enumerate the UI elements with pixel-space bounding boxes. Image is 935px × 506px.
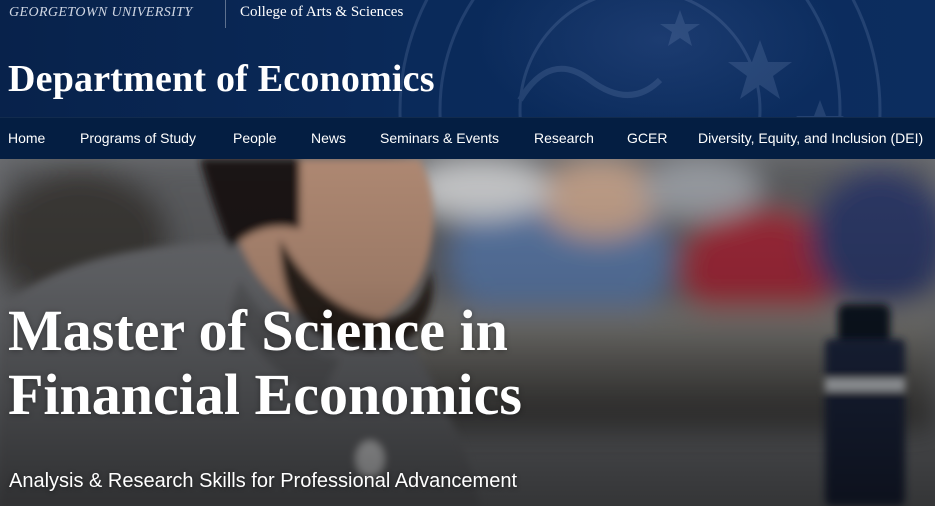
hero-title: Master of Science in Financial Economics: [8, 299, 628, 427]
nav-item-people[interactable]: People: [233, 130, 277, 146]
nav-item-seminars[interactable]: Seminars & Events: [380, 130, 499, 146]
university-wordmark[interactable]: GEORGETOWN UNIVERSITY: [9, 5, 193, 21]
hero-title-line1: Master of Science in: [8, 298, 508, 363]
topbar-divider: [225, 0, 226, 28]
hero-subtitle: Analysis & Research Skills for Professio…: [9, 470, 518, 492]
nav-item-news[interactable]: News: [311, 130, 346, 146]
department-title[interactable]: Department of Economics: [8, 60, 435, 98]
hero-title-line2: Financial Economics: [8, 362, 522, 427]
nav-item-programs[interactable]: Programs of Study: [80, 130, 196, 146]
college-link[interactable]: College of Arts & Sciences: [240, 4, 403, 21]
nav-item-home[interactable]: Home: [8, 130, 45, 146]
top-bar: GEORGETOWN UNIVERSITY College of Arts & …: [0, 0, 935, 28]
nav-item-gcer[interactable]: GCER: [627, 130, 667, 146]
main-nav: Home Programs of Study People News Semin…: [0, 117, 935, 159]
site-header: GEORGETOWN UNIVERSITY College of Arts & …: [0, 0, 935, 117]
nav-item-research[interactable]: Research: [534, 130, 594, 146]
nav-item-dei[interactable]: Diversity, Equity, and Inclusion (DEI): [698, 130, 923, 146]
hero-banner: Master of Science in Financial Economics…: [0, 159, 935, 506]
